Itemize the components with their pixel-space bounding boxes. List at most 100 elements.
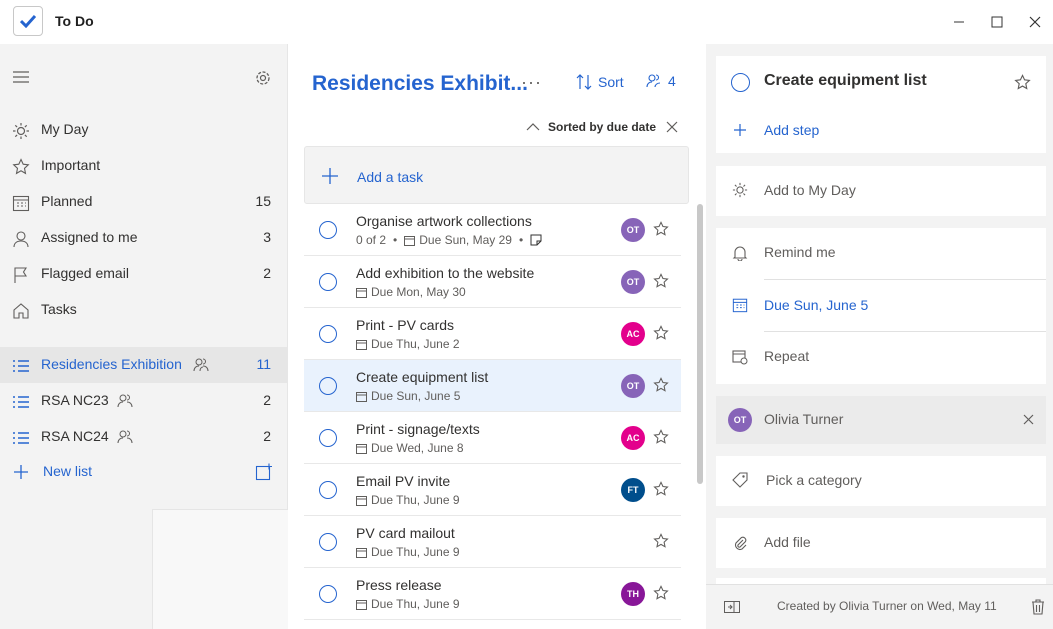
task-list-pane: Residencies Exhibit... ··· Sort 4 Sorted…	[289, 44, 705, 629]
hide-detail-icon[interactable]	[724, 601, 740, 613]
due-date: Due Thu, June 9	[371, 545, 460, 559]
task-meta: Due Thu, June 9	[356, 493, 460, 507]
task-row-selected[interactable]: Create equipment list Due Sun, June 5 OT	[304, 360, 681, 412]
complete-task-circle[interactable]	[319, 533, 337, 551]
more-options-button[interactable]: ···	[521, 72, 542, 93]
remind-me-label: Remind me	[764, 244, 836, 260]
shared-people-icon	[117, 394, 133, 408]
task-row[interactable]: Print - signage/texts Due Wed, June 8 AC	[304, 412, 681, 464]
star-icon[interactable]	[653, 221, 669, 237]
task-title: Print - PV cards	[356, 317, 455, 333]
app-title: To Do	[55, 13, 94, 29]
task-list-scrollbar[interactable]	[697, 204, 703, 484]
sort-button[interactable]: Sort	[576, 73, 624, 91]
settings-gear-icon[interactable]	[254, 69, 272, 87]
add-step-button[interactable]: Add step	[764, 122, 819, 138]
minimize-icon[interactable]	[947, 10, 971, 34]
sun-icon	[732, 182, 748, 198]
sort-indicator: Sorted by due date	[526, 120, 678, 134]
complete-task-circle[interactable]	[319, 325, 337, 343]
sidebar-item-planned[interactable]: Planned 15	[0, 184, 288, 220]
share-list-button[interactable]: 4	[646, 73, 676, 89]
due-date: Due Thu, June 9	[371, 597, 460, 611]
remind-me-button[interactable]: Remind me	[716, 228, 1046, 279]
sort-label: Sort	[598, 74, 624, 90]
sidebar-item-my-day[interactable]: My Day	[0, 112, 288, 148]
new-list-button[interactable]: New list	[0, 454, 288, 490]
star-icon[interactable]	[1014, 74, 1031, 91]
sidebar-item-assigned-to-me[interactable]: Assigned to me 3	[0, 220, 288, 256]
sidebar-item-label: Flagged email	[41, 265, 129, 281]
add-task-input[interactable]: Add a task	[304, 146, 689, 204]
sidebar-list-label: RSA NC23	[41, 392, 109, 408]
assigned-to-card[interactable]: OT Olivia Turner	[716, 396, 1046, 444]
add-to-my-day-button[interactable]: Add to My Day	[716, 166, 1046, 216]
avatar[interactable]: AC	[621, 322, 645, 346]
due-date: Due Wed, June 8	[371, 441, 464, 455]
due-date: Due Sun, June 5	[371, 389, 461, 403]
due-date-button[interactable]: Due Sun, June 5	[716, 280, 1046, 332]
hamburger-menu-icon[interactable]	[12, 70, 30, 84]
sidebar-list-rsa-nc24[interactable]: RSA NC24 2	[0, 419, 288, 455]
list-title[interactable]: Residencies Exhibit...	[312, 72, 528, 96]
avatar[interactable]: TH	[621, 582, 645, 606]
calendar-icon	[12, 194, 30, 212]
complete-task-circle[interactable]	[319, 429, 337, 447]
close-window-icon[interactable]	[1023, 10, 1047, 34]
sidebar-item-tasks[interactable]: Tasks	[0, 292, 288, 328]
add-file-button[interactable]: Add file	[716, 518, 1046, 568]
task-meta: 0 of 2 • Due Sun, May 29 •	[356, 233, 542, 247]
avatar[interactable]: AC	[621, 426, 645, 450]
avatar[interactable]: FT	[621, 478, 645, 502]
star-icon[interactable]	[653, 325, 669, 341]
sidebar-list-residencies-exhibition[interactable]: Residencies Exhibition 11	[0, 347, 288, 383]
sidebar-item-count: 3	[263, 229, 271, 245]
sidebar-list-rsa-nc23[interactable]: RSA NC23 2	[0, 383, 288, 419]
created-by-text: Created by Olivia Turner on Wed, May 11	[777, 599, 997, 613]
separator-dot: •	[518, 233, 524, 247]
sidebar-item-important[interactable]: Important	[0, 148, 288, 184]
complete-task-circle[interactable]	[319, 273, 337, 291]
delete-trash-icon[interactable]	[1031, 599, 1045, 615]
sidebar-item-flagged-email[interactable]: Flagged email 2	[0, 256, 288, 292]
sidebar-list-label: Residencies Exhibition	[41, 356, 182, 372]
chevron-up-icon[interactable]	[526, 122, 540, 132]
star-icon[interactable]	[653, 533, 669, 549]
task-row[interactable]: Add exhibition to the website Due Mon, M…	[304, 256, 681, 308]
star-icon[interactable]	[653, 429, 669, 445]
complete-task-circle[interactable]	[319, 585, 337, 603]
sidebar-item-label: Important	[41, 157, 101, 173]
detail-task-title[interactable]: Create equipment list	[764, 72, 927, 90]
task-title: Email PV invite	[356, 473, 451, 489]
complete-task-circle[interactable]	[319, 481, 337, 499]
star-icon[interactable]	[653, 377, 669, 393]
task-row[interactable]: Organise artwork collections 0 of 2 • Du…	[304, 204, 681, 256]
add-task-placeholder: Add a task	[357, 169, 424, 185]
star-icon[interactable]	[653, 585, 669, 601]
complete-task-circle[interactable]	[319, 221, 337, 239]
sidebar: My Day Important Planned 15 Assigned to …	[0, 44, 288, 629]
clear-sort-close-icon[interactable]	[666, 121, 678, 133]
task-row[interactable]: PV card mailout Due Thu, June 9	[304, 516, 681, 568]
remove-assignee-close-icon[interactable]	[1023, 414, 1034, 425]
complete-task-circle[interactable]	[731, 73, 750, 92]
complete-task-circle[interactable]	[319, 377, 337, 395]
avatar[interactable]: OT	[621, 218, 645, 242]
star-icon[interactable]	[653, 273, 669, 289]
task-title-card: Create equipment list Add step	[716, 56, 1046, 153]
task-row[interactable]: Press release Due Thu, June 9 TH	[304, 568, 681, 620]
avatar[interactable]: OT	[621, 374, 645, 398]
avatar[interactable]: OT	[621, 270, 645, 294]
maximize-icon[interactable]	[985, 10, 1009, 34]
repeat-button[interactable]: Repeat	[716, 332, 1046, 384]
new-group-icon[interactable]	[255, 463, 273, 481]
people-icon	[646, 73, 662, 89]
calendar-icon	[732, 297, 748, 313]
plus-icon	[733, 123, 747, 137]
star-icon[interactable]	[653, 481, 669, 497]
task-row[interactable]: Email PV invite Due Thu, June 9 FT	[304, 464, 681, 516]
task-row[interactable]: Print - PV cards Due Thu, June 2 AC	[304, 308, 681, 360]
separator-dot: •	[393, 233, 398, 247]
pick-category-button[interactable]: Pick a category	[716, 456, 1046, 506]
share-count: 4	[668, 73, 676, 89]
